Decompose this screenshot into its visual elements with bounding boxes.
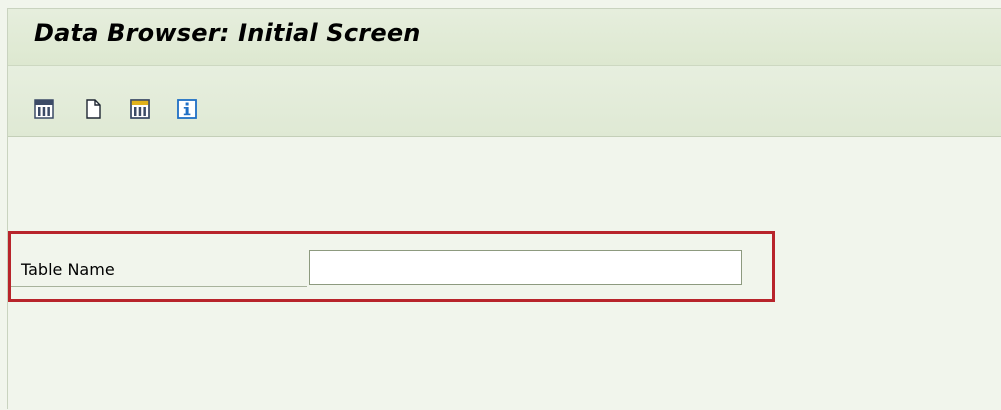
create-entries-button[interactable] — [82, 98, 104, 120]
page-title: Data Browser: Initial Screen — [34, 19, 421, 47]
sap-window: Data Browser: Initial Screen Table Name — [7, 8, 1001, 410]
title-bar: Data Browser: Initial Screen — [8, 9, 1001, 66]
main-content: Table Name — [8, 137, 1001, 410]
label-underline — [11, 286, 307, 287]
application-toolbar — [8, 66, 1001, 137]
table-header-icon — [130, 99, 150, 119]
table-name-label: Table Name — [21, 260, 115, 279]
table-grid-icon — [34, 99, 54, 119]
table-fields-button[interactable] — [129, 98, 151, 120]
info-icon — [177, 99, 197, 119]
info-button[interactable] — [176, 98, 198, 120]
blank-document-icon — [83, 99, 103, 119]
table-name-input[interactable] — [309, 250, 742, 285]
table-contents-button[interactable] — [33, 98, 55, 120]
